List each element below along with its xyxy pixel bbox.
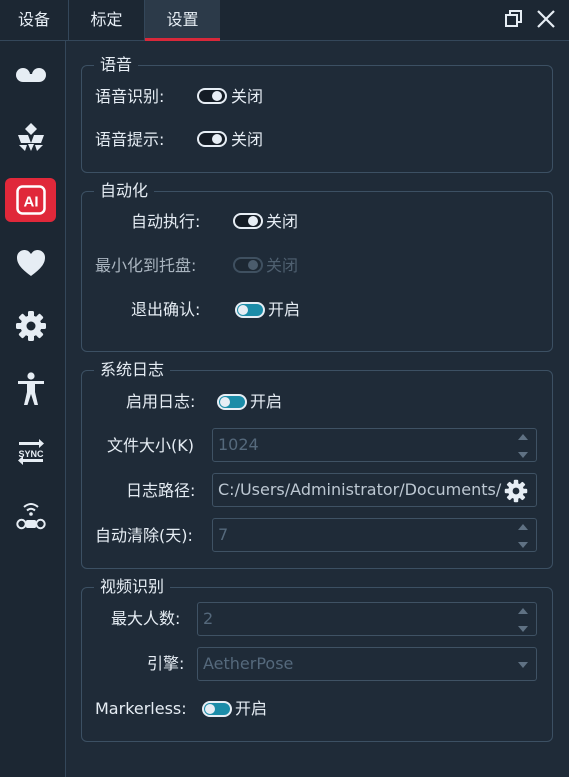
sidebar-item-gear[interactable]	[5, 304, 56, 348]
automation-group-title: 自动化	[94, 181, 155, 201]
file-size-stepper[interactable]	[518, 434, 528, 458]
tab-bar: 设备 标定 设置	[0, 0, 569, 41]
sidebar-item-ai[interactable]: AI	[5, 178, 56, 222]
exit-confirm-toggle[interactable]	[235, 302, 265, 318]
engine-label: 引擎:	[147, 654, 185, 673]
minimize-tray-label: 最小化到托盘:	[95, 256, 197, 275]
wireless-tracker-icon	[15, 499, 47, 531]
enable-log-state: 开启	[250, 392, 283, 411]
enable-log-toggle[interactable]	[217, 394, 247, 410]
markerless-state: 开启	[235, 699, 268, 718]
log-path-value: C:/Users/Administrator/Documents/	[218, 480, 502, 499]
video-group-title: 视频识别	[94, 577, 171, 597]
log-path-field[interactable]: C:/Users/Administrator/Documents/	[212, 473, 537, 507]
file-size-label: 文件大小(K)	[107, 436, 194, 455]
heart-icon	[16, 249, 46, 277]
restore-window-icon[interactable]	[503, 8, 525, 30]
voice-prompt-state: 关闭	[231, 130, 264, 149]
auto-clean-stepper[interactable]	[518, 524, 528, 548]
chevron-down-icon[interactable]	[518, 662, 528, 668]
sidebar: AI SYNC	[0, 41, 66, 777]
max-people-stepper[interactable]	[518, 608, 528, 632]
auto-run-label: 自动执行:	[131, 212, 201, 231]
tab-device[interactable]: 设备	[0, 0, 69, 40]
file-size-value: 1024	[218, 435, 259, 454]
auto-clean-spinbox[interactable]: 7	[212, 518, 537, 552]
log-path-label: 日志路径:	[126, 481, 196, 500]
markerless-toggle[interactable]	[202, 701, 232, 717]
person-icon	[16, 372, 46, 406]
close-icon[interactable]	[535, 8, 557, 30]
file-size-spinbox[interactable]: 1024	[212, 428, 537, 462]
minimize-tray-toggle[interactable]	[233, 257, 263, 273]
device-icon	[15, 65, 47, 85]
sidebar-item-person[interactable]	[5, 367, 56, 411]
auto-clean-value: 7	[218, 525, 229, 544]
voice-recognition-label: 语音识别:	[95, 87, 165, 106]
exit-confirm-state: 开启	[268, 300, 301, 319]
sidebar-item-calibration[interactable]	[5, 115, 56, 159]
minimize-tray-state: 关闭	[266, 256, 299, 275]
syslog-group-title: 系统日志	[94, 360, 171, 380]
sidebar-item-tracker[interactable]	[5, 493, 56, 537]
sidebar-item-favorites[interactable]	[5, 241, 56, 285]
engine-value: AetherPose	[203, 654, 294, 673]
auto-run-toggle[interactable]	[233, 213, 263, 229]
enable-log-label: 启用日志:	[126, 392, 196, 411]
max-people-label: 最大人数:	[111, 609, 181, 628]
voice-recognition-toggle[interactable]	[197, 88, 227, 104]
max-people-value: 2	[203, 609, 214, 628]
gear-icon	[15, 310, 47, 342]
auto-clean-label: 自动清除(天):	[95, 526, 193, 545]
sync-icon: SYNC	[15, 437, 47, 467]
calibration-icon	[15, 121, 47, 153]
engine-select[interactable]: AetherPose	[197, 647, 537, 681]
exit-confirm-label: 退出确认:	[131, 300, 201, 319]
browse-gear-icon[interactable]	[504, 479, 528, 503]
voice-prompt-toggle[interactable]	[197, 131, 227, 147]
tab-settings[interactable]: 设置	[145, 0, 220, 41]
tab-calibration[interactable]: 标定	[69, 0, 145, 40]
ai-icon-label: AI	[23, 194, 38, 211]
voice-group-title: 语音	[94, 55, 139, 75]
auto-run-state: 关闭	[266, 212, 299, 231]
ai-icon: AI	[15, 185, 46, 215]
voice-recognition-state: 关闭	[231, 87, 264, 106]
markerless-label: Markerless:	[95, 699, 187, 718]
voice-prompt-label: 语音提示:	[95, 130, 165, 149]
sidebar-item-sync[interactable]: SYNC	[5, 430, 56, 474]
voice-group: 语音	[81, 55, 553, 173]
max-people-spinbox[interactable]: 2	[197, 602, 537, 636]
sidebar-item-device[interactable]	[5, 53, 56, 97]
